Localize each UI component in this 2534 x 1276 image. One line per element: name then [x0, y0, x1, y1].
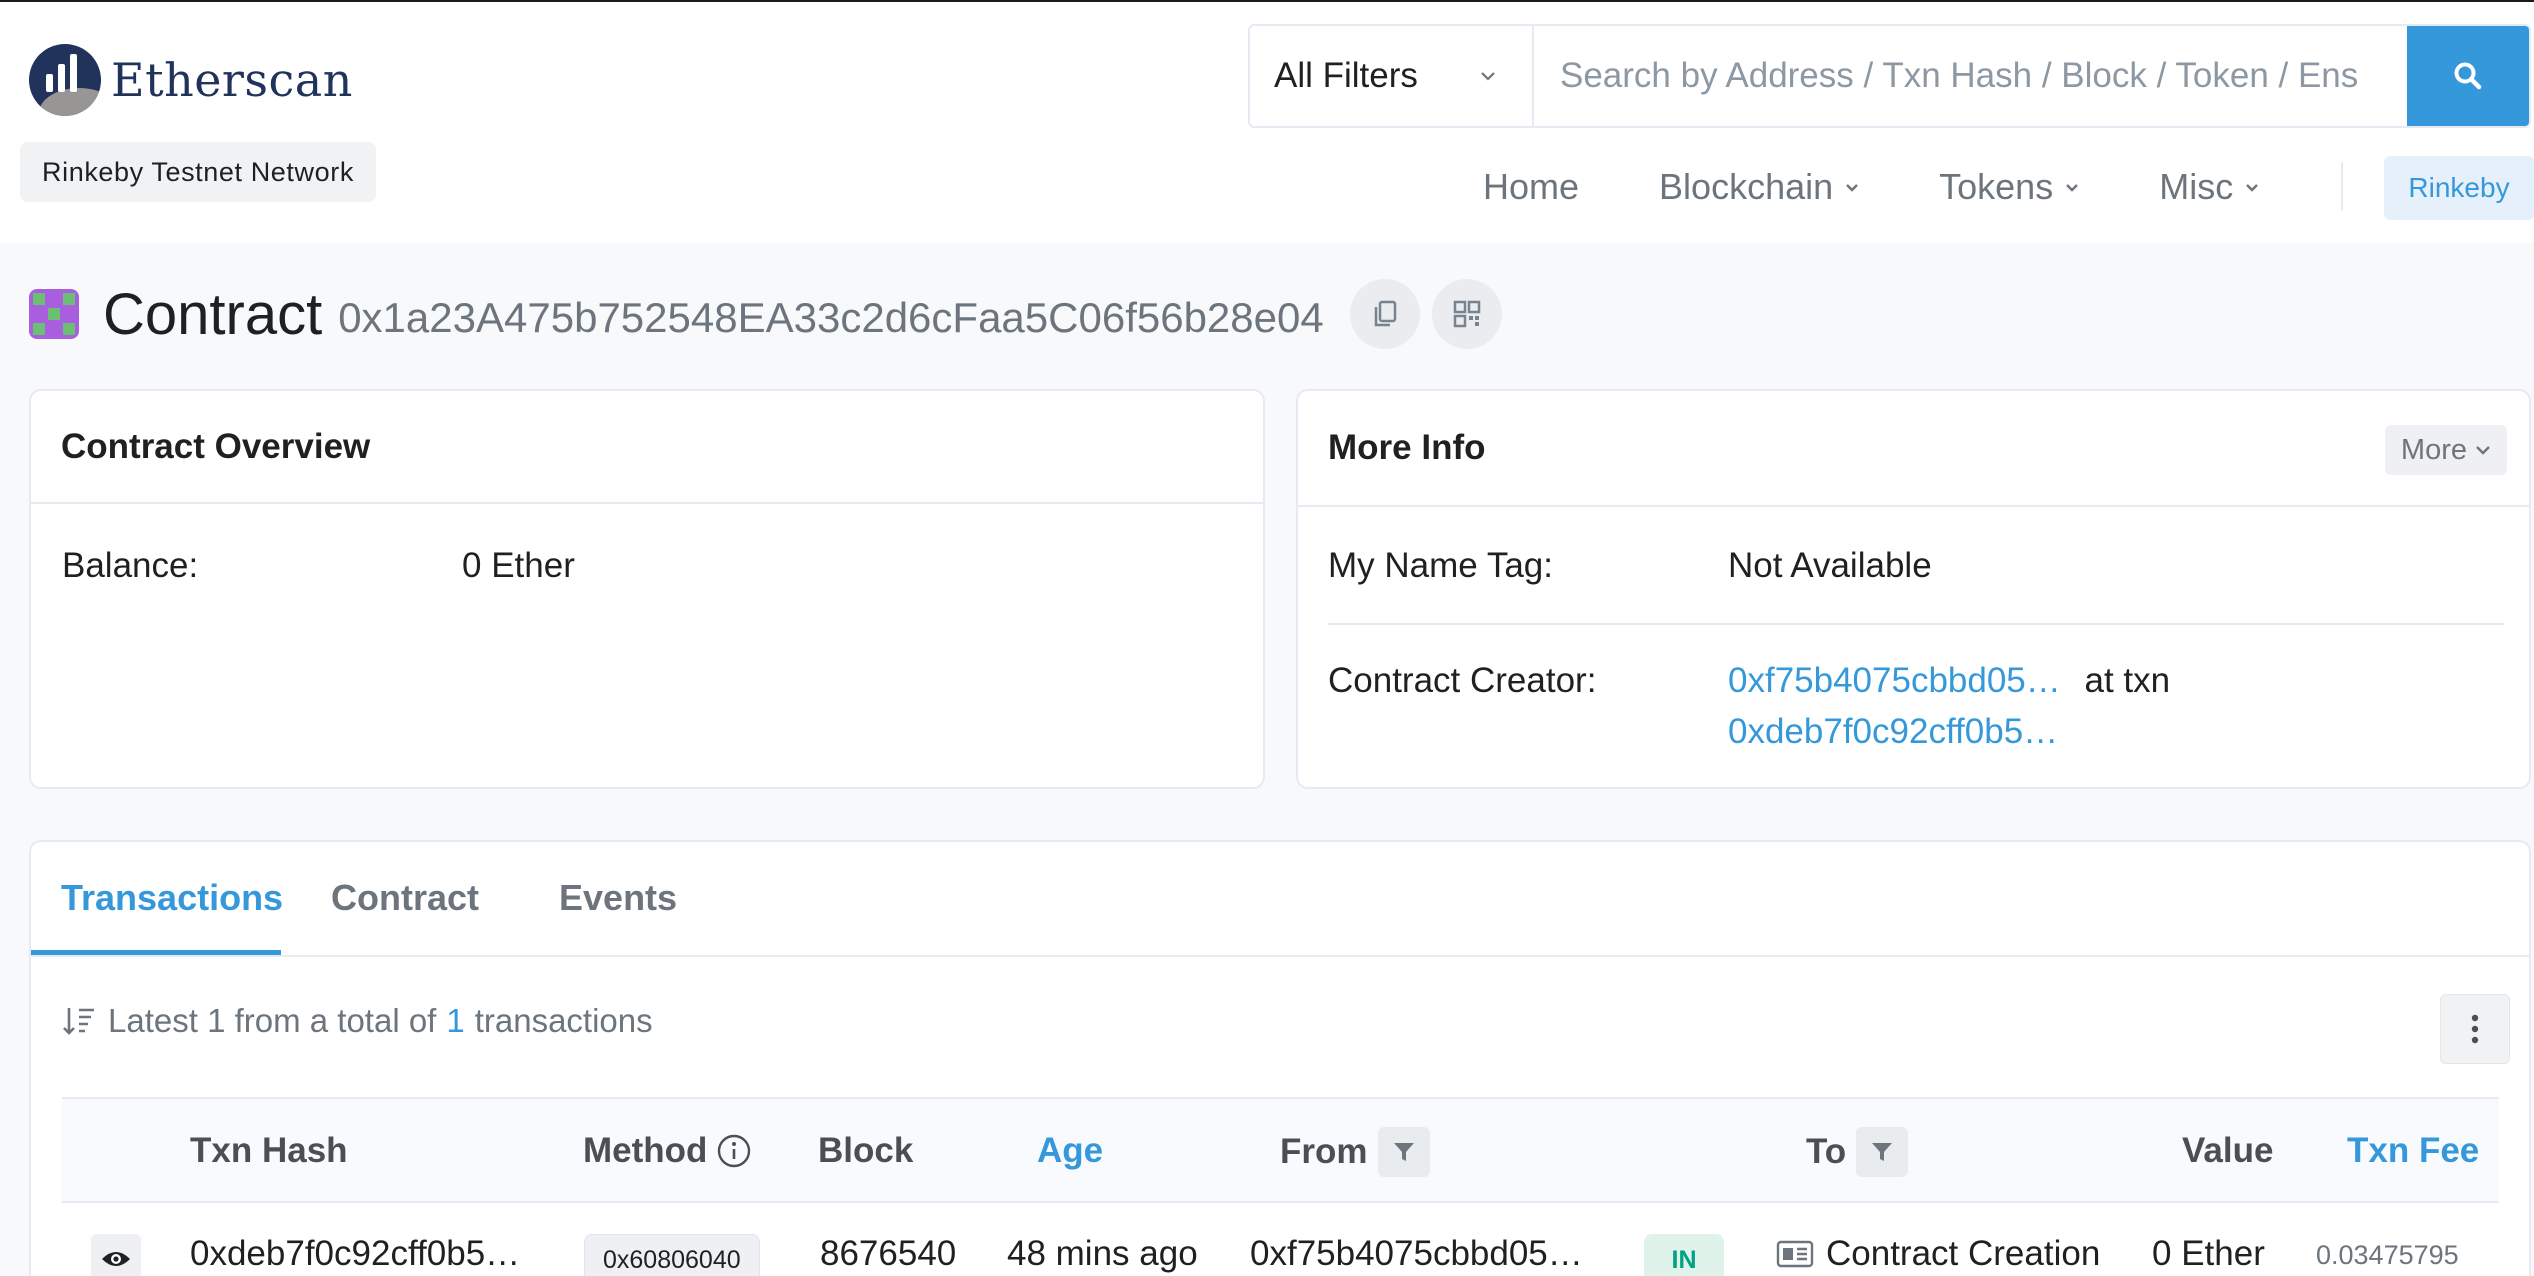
- address-identicon: [29, 289, 79, 339]
- tab-transactions[interactable]: Transactions: [31, 877, 283, 955]
- col-txn-fee[interactable]: Txn Fee: [2347, 1131, 2479, 1171]
- at-txn-text: at txn: [2084, 661, 2171, 700]
- transactions-summary: Latest 1 from a total of 1 transactions: [62, 1002, 653, 1040]
- name-tag-label: My Name Tag:: [1328, 546, 1553, 585]
- main-nav: Home Blockchain Tokens Misc: [1483, 157, 2339, 217]
- txn-hash-link[interactable]: 0xdeb7f0c92cff0b5…: [190, 1234, 520, 1274]
- col-from-label: From: [1280, 1132, 1368, 1171]
- col-block: Block: [818, 1131, 914, 1170]
- nav-home[interactable]: Home: [1483, 166, 1579, 208]
- nav-misc[interactable]: Misc: [2159, 166, 2259, 208]
- col-method-label: Method: [583, 1131, 708, 1170]
- tab-events[interactable]: Events: [559, 877, 677, 955]
- contract-address: 0x1a23A475b752548EA33c2d6cFaa5C06f56b28e…: [338, 294, 1324, 341]
- logo-wordmark: Etherscan: [111, 53, 353, 107]
- to-filter-button[interactable]: [1856, 1127, 1909, 1177]
- view-details-button[interactable]: [91, 1234, 141, 1276]
- from-filter-button[interactable]: [1377, 1127, 1430, 1177]
- from-address-link[interactable]: 0xf75b4075cbbd05…: [1250, 1234, 1583, 1274]
- filter-icon: [1872, 1143, 1893, 1161]
- creator-txn-link[interactable]: 0xdeb7f0c92cff0b5…: [1728, 712, 2058, 751]
- search-bar: All Filters: [1248, 24, 2531, 128]
- sort-icon: [63, 1008, 94, 1035]
- nav-home-label: Home: [1483, 166, 1580, 207]
- etherscan-logo[interactable]: Etherscan: [29, 44, 353, 116]
- network-switch-button[interactable]: Rinkeby: [2384, 156, 2534, 220]
- nav-tokens-label: Tokens: [1939, 166, 2054, 207]
- search-input[interactable]: [1534, 26, 2407, 126]
- txn-age: 48 mins ago: [1007, 1234, 1198, 1273]
- nav-divider: [2341, 162, 2343, 210]
- qr-code-button[interactable]: [1431, 279, 1502, 349]
- search-icon: [2454, 62, 2482, 90]
- method-value: 0x60806040: [584, 1234, 760, 1276]
- tab-bar: Transactions Contract Events: [31, 842, 2529, 957]
- contract-overview-card: Contract Overview Balance: 0 Ether: [29, 389, 1265, 789]
- chevron-down-icon: [2066, 183, 2079, 192]
- nav-blockchain[interactable]: Blockchain: [1659, 166, 1859, 208]
- name-tag-value: Not Available: [1728, 546, 1932, 585]
- chevron-down-icon: [1481, 72, 1495, 81]
- col-to-label: To: [1806, 1132, 1847, 1171]
- summary-prefix: Latest 1 from a total of: [108, 1002, 437, 1039]
- site-header: Etherscan Rinkeby Testnet Network All Fi…: [0, 0, 2534, 243]
- more-button-label: More: [2400, 433, 2467, 466]
- summary-count[interactable]: 1: [446, 1002, 464, 1040]
- col-age[interactable]: Age: [1037, 1131, 1103, 1171]
- filter-icon: [1393, 1143, 1414, 1161]
- contract-overview-title: Contract Overview: [31, 391, 1263, 504]
- page-type-label: Contract: [103, 281, 323, 347]
- more-dropdown-button[interactable]: More: [2384, 425, 2507, 475]
- filter-select-value: All Filters: [1274, 56, 1418, 95]
- info-icon[interactable]: [717, 1134, 751, 1168]
- kebab-menu-icon: [2471, 1014, 2479, 1044]
- nav-misc-label: Misc: [2159, 166, 2234, 207]
- balance-value: 0 Ether: [462, 546, 575, 585]
- summary-suffix: transactions: [474, 1002, 653, 1039]
- transactions-card: Transactions Contract Events Latest 1 fr…: [29, 840, 2531, 1276]
- chevron-down-icon: [1846, 183, 1858, 192]
- col-from: From: [1280, 1127, 1430, 1177]
- col-to: To: [1806, 1127, 1909, 1177]
- tab-contract[interactable]: Contract: [331, 877, 479, 955]
- copy-icon: [1374, 300, 1396, 327]
- etherscan-logo-icon: [29, 44, 101, 116]
- nav-tokens[interactable]: Tokens: [1939, 166, 2079, 208]
- chevron-down-icon: [2476, 446, 2490, 455]
- nav-blockchain-label: Blockchain: [1659, 166, 1834, 207]
- search-button[interactable]: [2407, 26, 2529, 126]
- to-contract-creation: Contract Creation: [1776, 1234, 2100, 1274]
- balance-label: Balance:: [62, 546, 199, 585]
- contract-creator-link[interactable]: 0xf75b4075cbbd05…: [1728, 661, 2061, 700]
- table-header: Txn Hash Method Block Age From To Value …: [62, 1097, 2499, 1203]
- page-title: Contract 0x1a23A475b752548EA33c2d6cFaa5C…: [29, 279, 1502, 349]
- method-badge: 0x60806040: [584, 1234, 760, 1276]
- col-value: Value: [2182, 1131, 2274, 1170]
- contract-creator-label: Contract Creator:: [1328, 661, 1597, 700]
- eye-icon: [102, 1252, 130, 1266]
- divider: [1328, 623, 2504, 625]
- contract-icon: [1776, 1240, 1814, 1268]
- more-info-title: More Info: [1298, 391, 2529, 507]
- filter-select[interactable]: All Filters: [1250, 26, 1534, 126]
- copy-address-button[interactable]: [1349, 279, 1420, 349]
- chevron-down-icon: [2246, 183, 2259, 192]
- block-link[interactable]: 8676540: [820, 1234, 956, 1274]
- txn-value: 0 Ether: [2152, 1234, 2265, 1273]
- more-options-button[interactable]: [2440, 994, 2510, 1064]
- to-label: Contract Creation: [1826, 1234, 2101, 1273]
- txn-fee: 0.03475795: [2316, 1240, 2459, 1270]
- network-badge: Rinkeby Testnet Network: [20, 142, 376, 202]
- direction-in-label: IN: [1644, 1234, 1724, 1276]
- qr-code-icon: [1453, 300, 1480, 328]
- col-method: Method: [583, 1131, 751, 1171]
- more-info-card: More Info More My Name Tag: Not Availabl…: [1296, 389, 2531, 789]
- direction-badge: IN: [1644, 1234, 1724, 1276]
- col-txn-hash: Txn Hash: [190, 1131, 348, 1170]
